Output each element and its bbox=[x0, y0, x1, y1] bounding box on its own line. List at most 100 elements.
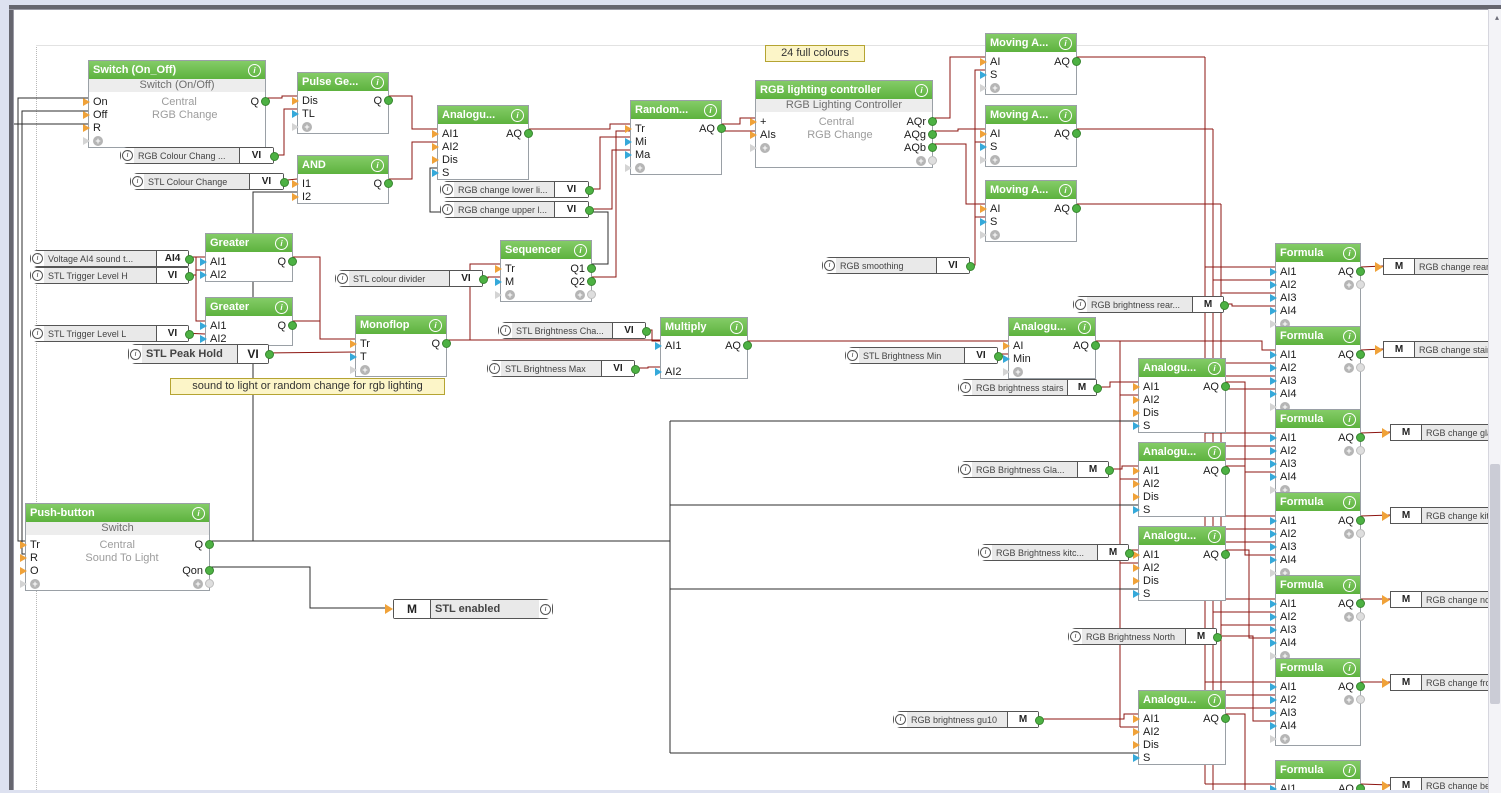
wire[interactable] bbox=[1226, 713, 1246, 792]
input-connector[interactable] bbox=[350, 339, 357, 348]
block-analogue-gu10[interactable]: Analogu... i AI1 AQ AI2 Dis S bbox=[1133, 690, 1230, 765]
output-connector[interactable] bbox=[1093, 383, 1102, 393]
input-connector[interactable] bbox=[625, 124, 632, 133]
output-connector[interactable] bbox=[524, 129, 533, 138]
output-connector[interactable] bbox=[205, 540, 214, 549]
block-greater-1[interactable]: Greater i AI1 Q AI2 bbox=[200, 233, 297, 282]
input-connector[interactable] bbox=[1270, 516, 1277, 525]
block-multiply[interactable]: Multiply i AI1 AQ AI2 bbox=[655, 317, 752, 379]
block-switch-on-off[interactable]: Switch (On_Off) i Switch (On/Off) On Central… bbox=[83, 60, 270, 148]
input-connector[interactable] bbox=[1270, 612, 1277, 621]
label-rgb-change-stairs[interactable]: M RGB change stairs bbox=[1375, 341, 1501, 358]
output-connector[interactable] bbox=[384, 96, 393, 105]
input-connector[interactable] bbox=[83, 123, 90, 132]
output-connector[interactable] bbox=[928, 156, 937, 165]
info-icon[interactable]: i bbox=[1343, 412, 1356, 426]
input-connector[interactable] bbox=[655, 341, 662, 350]
output-connector[interactable] bbox=[1221, 550, 1230, 559]
info-icon[interactable]: i bbox=[959, 462, 972, 477]
input-connector[interactable] bbox=[1270, 734, 1277, 743]
label-stl-colour-divider[interactable]: i STL colour divider VI bbox=[335, 270, 488, 287]
label-voltage-ai4-sound[interactable]: i Voltage AI4 sound t... AI4 bbox=[30, 250, 194, 267]
info-icon[interactable]: i bbox=[730, 320, 743, 334]
output-connector[interactable] bbox=[1213, 632, 1222, 642]
output-connector[interactable] bbox=[1356, 280, 1365, 289]
input-connector[interactable] bbox=[200, 270, 207, 279]
input-connector[interactable] bbox=[1270, 625, 1277, 634]
input-connector[interactable] bbox=[980, 70, 987, 79]
input-connector[interactable] bbox=[1133, 563, 1140, 572]
block-formula-stairs[interactable]: Formula i AI1 AQ AI2 + AI3 AI4 + bbox=[1270, 326, 1365, 414]
block-formula-rear[interactable]: Formula i AI1 AQ AI2 + AI3 AI4 + bbox=[1270, 243, 1365, 331]
info-icon[interactable]: i bbox=[429, 318, 442, 332]
output-connector[interactable] bbox=[280, 177, 289, 187]
label-rgb-brightness-gu10[interactable]: i RGB brightness gu10 M bbox=[893, 711, 1044, 728]
wire[interactable] bbox=[933, 128, 985, 132]
output-connector[interactable] bbox=[1356, 350, 1365, 359]
wire[interactable] bbox=[1096, 340, 1275, 351]
input-connector[interactable] bbox=[20, 540, 27, 549]
info-icon[interactable]: i bbox=[704, 103, 717, 117]
label-rgb-brightness-glazed[interactable]: i RGB Brightness Gla... M bbox=[958, 461, 1114, 478]
info-icon[interactable]: i bbox=[894, 712, 907, 727]
wire[interactable] bbox=[262, 351, 356, 354]
add-output-icon[interactable]: + bbox=[1344, 528, 1354, 539]
input-connector[interactable] bbox=[1270, 363, 1277, 372]
label-rgb-colour-change[interactable]: i RGB Colour Chang ... VI bbox=[120, 147, 279, 164]
output-connector[interactable] bbox=[587, 277, 596, 286]
output-connector[interactable] bbox=[1035, 715, 1044, 725]
output-connector[interactable] bbox=[1221, 382, 1230, 391]
add-input-icon[interactable]: + bbox=[302, 121, 312, 132]
block-analogue-stairs[interactable]: Analogu... i AI1 AQ AI2 Dis S bbox=[1133, 358, 1230, 433]
add-input-icon[interactable]: + bbox=[635, 162, 645, 173]
input-connector[interactable] bbox=[1133, 550, 1140, 559]
input-connector[interactable] bbox=[1133, 382, 1140, 391]
input-connector[interactable] bbox=[350, 352, 357, 361]
add-input-icon[interactable]: + bbox=[360, 364, 370, 375]
add-output-icon[interactable]: + bbox=[1344, 445, 1354, 456]
label-rgb-brightness-stairs[interactable]: i RGB brightness stairs M bbox=[958, 379, 1102, 396]
input-connector[interactable] bbox=[1382, 594, 1390, 605]
scrollbar-thumb[interactable] bbox=[1490, 464, 1500, 704]
input-connector[interactable] bbox=[1270, 638, 1277, 647]
input-connector[interactable] bbox=[625, 150, 632, 159]
info-icon[interactable]: i bbox=[371, 75, 384, 89]
input-connector[interactable] bbox=[1375, 344, 1383, 355]
input-connector[interactable] bbox=[495, 264, 502, 273]
input-connector[interactable] bbox=[1270, 542, 1277, 551]
input-connector[interactable] bbox=[1270, 446, 1277, 455]
label-rgb-change-upper[interactable]: i RGB change upper l... VI bbox=[440, 201, 594, 218]
output-connector[interactable] bbox=[1105, 465, 1114, 475]
label-stl-brightness-cha[interactable]: i STL Brightness Cha... VI bbox=[498, 322, 651, 339]
block-formula-front[interactable]: Formula i AI1 AQ AI2 + AI3 AI4 + bbox=[1270, 658, 1365, 746]
label-rgb-brightness-kitchen[interactable]: i RGB Brightness kitc... M bbox=[978, 544, 1134, 561]
input-connector[interactable] bbox=[432, 168, 439, 177]
output-connector[interactable] bbox=[585, 205, 594, 215]
info-icon[interactable]: i bbox=[1343, 495, 1356, 509]
input-connector[interactable] bbox=[20, 566, 27, 575]
info-icon[interactable]: i bbox=[1343, 763, 1356, 777]
input-connector[interactable] bbox=[1270, 350, 1277, 359]
block-moving-average-1[interactable]: Moving A... i AI AQ S + bbox=[980, 33, 1081, 95]
label-rgb-brightness-north[interactable]: i RGB Brightness North M bbox=[1068, 628, 1222, 645]
label-rgb-brightness-rear[interactable]: i RGB brightness rear... M bbox=[1073, 296, 1229, 313]
input-connector[interactable] bbox=[1133, 408, 1140, 417]
info-icon[interactable]: i bbox=[275, 300, 288, 314]
input-connector[interactable] bbox=[1270, 293, 1277, 302]
add-input-icon[interactable]: + bbox=[93, 135, 103, 146]
output-connector[interactable] bbox=[1356, 695, 1365, 704]
input-connector[interactable] bbox=[1133, 576, 1140, 585]
input-connector[interactable] bbox=[1133, 492, 1140, 501]
block-greater-2[interactable]: Greater i AI1 Q AI2 bbox=[200, 297, 297, 346]
label-stl-colour-change[interactable]: i STL Colour Change VI bbox=[130, 173, 289, 190]
input-connector[interactable] bbox=[980, 155, 987, 164]
wire[interactable] bbox=[17, 97, 88, 542]
output-connector[interactable] bbox=[384, 179, 393, 188]
output-connector[interactable] bbox=[587, 264, 596, 273]
note-sound-to-light[interactable]: sound to light or random change for rgb … bbox=[170, 378, 445, 395]
input-connector[interactable] bbox=[750, 130, 757, 139]
wire[interactable] bbox=[1032, 713, 1138, 720]
input-connector[interactable] bbox=[1270, 599, 1277, 608]
add-input-icon[interactable]: + bbox=[990, 154, 1000, 165]
add-input-icon[interactable]: + bbox=[760, 142, 770, 153]
